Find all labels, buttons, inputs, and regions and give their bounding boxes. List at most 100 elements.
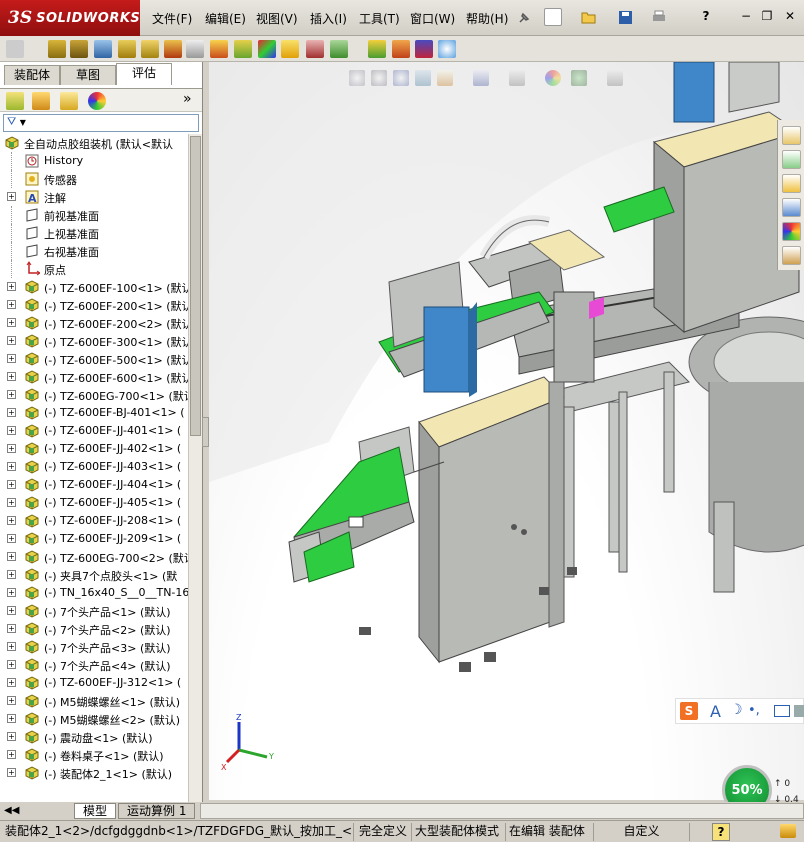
tree-item[interactable]: + (-) TZ-600EF-JJ-405<1> ( (0, 494, 188, 512)
tree-filter[interactable]: ⛛ ▼ (3, 114, 199, 132)
tree-item[interactable]: + (-) TZ-600EF-JJ-208<1> ( (0, 512, 188, 530)
tree-item[interactable]: + (-) TN_16x40_S__0__TN-16 (0, 584, 188, 602)
minimize-button[interactable]: − (737, 7, 755, 25)
expand-toggle-icon[interactable]: + (7, 750, 16, 759)
configuration-manager-icon[interactable] (60, 92, 78, 110)
tree-item[interactable]: + (-) 震动盘<1> (默认) (0, 728, 188, 746)
tree-item[interactable]: + (-) TZ-600EF-300<1> (默认 (0, 332, 188, 350)
menu-help[interactable]: 帮助(H) (466, 10, 508, 27)
expand-toggle-icon[interactable]: + (7, 732, 16, 741)
scrollbar-thumb[interactable] (190, 136, 201, 436)
expand-toggle-icon[interactable]: + (7, 372, 16, 381)
design-library-icon[interactable] (782, 150, 801, 169)
smart-fasteners-icon[interactable] (141, 40, 159, 58)
edit-component-icon[interactable] (48, 40, 66, 58)
feature-manager-icon[interactable] (6, 92, 24, 110)
status-units[interactable]: 自定义 (594, 823, 690, 841)
expand-toggle-icon[interactable]: + (7, 336, 16, 345)
expand-toggle-icon[interactable]: + (7, 660, 16, 669)
mate-icon[interactable] (94, 40, 112, 58)
insert-component-icon[interactable] (70, 40, 88, 58)
expand-toggle-icon[interactable]: + (7, 300, 16, 309)
tree-item[interactable]: + (-) 7个头产品<3> (默认) (0, 638, 188, 656)
tab-sketch[interactable]: 草图 (60, 65, 116, 85)
horizontal-scrollbar[interactable] (200, 803, 804, 819)
expand-panel-icon[interactable]: » (183, 91, 192, 107)
tree-item[interactable]: 传感器 (0, 170, 188, 188)
expand-toggle-icon[interactable]: + (7, 642, 16, 651)
restore-button[interactable]: ❐ (758, 7, 776, 25)
view-palette-icon[interactable] (782, 198, 801, 217)
expand-toggle-icon[interactable]: + (7, 516, 16, 525)
tree-item[interactable]: + (-) TZ-600EF-200<1> (默认 (0, 296, 188, 314)
menu-view[interactable]: 视图(V) (256, 10, 298, 27)
warning-icon[interactable] (281, 40, 299, 58)
expand-toggle-icon[interactable]: + (7, 498, 16, 507)
expand-toggle-icon[interactable]: + (7, 714, 16, 723)
tree-item[interactable]: 上视基准面 (0, 224, 188, 242)
tab-motion-study[interactable]: 运动算例 1 (118, 803, 196, 819)
graphics-area[interactable]: Z Y X (209, 62, 804, 800)
expand-toggle-icon[interactable]: + (7, 588, 16, 597)
menu-file[interactable]: 文件(F) (152, 10, 192, 27)
expand-toggle-icon[interactable]: + (7, 426, 16, 435)
tab-model[interactable]: 模型 (74, 803, 117, 819)
tree-item[interactable]: + A 注解 (0, 188, 188, 206)
save-icon[interactable] (616, 8, 634, 26)
tree-item[interactable]: + (-) TZ-600EG-700<1> (默认 (0, 386, 188, 404)
tree-item[interactable]: 原点 (0, 260, 188, 278)
expand-toggle-icon[interactable]: + (7, 318, 16, 327)
tree-item[interactable]: + (-) TZ-600EF-BJ-401<1> ( (0, 404, 188, 422)
ime-halfwidth-icon[interactable]: ☽ (730, 702, 743, 718)
tree-item[interactable]: + (-) 夹具7个点胶头<1> (默 (0, 566, 188, 584)
expand-toggle-icon[interactable]: + (7, 768, 16, 777)
ime-english-mode[interactable]: A (710, 702, 721, 721)
tree-item[interactable]: + (-) TZ-600EF-JJ-209<1> ( (0, 530, 188, 548)
tree-item[interactable]: + (-) M5蝴蝶螺丝<2> (默认) (0, 710, 188, 728)
ime-more-icon[interactable] (794, 705, 804, 717)
tree-item[interactable]: + (-) TZ-600EF-200<2> (默认 (0, 314, 188, 332)
panel-splitter[interactable] (202, 417, 209, 447)
tree-item[interactable]: + (-) TZ-600EF-100<1> (默认 (0, 278, 188, 296)
tree-item[interactable]: 前视基准面 (0, 206, 188, 224)
filter-dropdown-icon[interactable]: ▼ (20, 118, 26, 127)
menu-window[interactable]: 窗口(W) (410, 10, 455, 27)
rendering-icon[interactable] (438, 40, 456, 58)
snapshot-icon[interactable] (415, 40, 433, 58)
tree-item[interactable]: + (-) TZ-600EF-JJ-312<1> ( (0, 674, 188, 692)
new-document-icon[interactable] (544, 8, 562, 26)
display-manager-icon[interactable] (88, 92, 106, 110)
machine-model[interactable] (209, 62, 804, 800)
print-icon[interactable] (650, 8, 668, 26)
file-explorer-icon[interactable] (782, 174, 801, 193)
appearance-icon[interactable] (258, 40, 276, 58)
tree-item[interactable]: + (-) 卷料桌子<1> (默认) (0, 746, 188, 764)
tree-item[interactable]: + (-) 装配体2_1<1> (默认) (0, 764, 188, 782)
expand-toggle-icon[interactable]: + (7, 390, 16, 399)
tab-assembly[interactable]: 装配体 (4, 65, 60, 85)
expand-toggle-icon[interactable]: + (7, 354, 16, 363)
expand-toggle-icon[interactable]: + (7, 282, 16, 291)
tree-root[interactable]: 全自动点胶组装机 (默认<默认 (0, 134, 188, 152)
appearances-scenes-icon[interactable] (782, 222, 801, 241)
tree-item[interactable]: + (-) TZ-600EF-JJ-404<1> ( (0, 476, 188, 494)
home-icon[interactable] (782, 126, 801, 145)
pin-icon[interactable] (515, 9, 533, 27)
instant3d-icon[interactable] (368, 40, 386, 58)
move-component-icon[interactable] (164, 40, 182, 58)
assembly-features-icon[interactable] (210, 40, 228, 58)
expand-toggle-icon[interactable]: + (7, 480, 16, 489)
tree-item[interactable]: + (-) 7个头产品<4> (默认) (0, 656, 188, 674)
expand-toggle-icon[interactable]: + (7, 678, 16, 687)
menu-insert[interactable]: 插入(I) (310, 10, 347, 27)
tree-item[interactable]: + (-) TZ-600EF-600<1> (默认 (0, 368, 188, 386)
tree-item[interactable]: + (-) TZ-600EF-JJ-401<1> ( (0, 422, 188, 440)
expand-toggle-icon[interactable]: + (7, 552, 16, 561)
large-assembly-icon[interactable] (392, 40, 410, 58)
tree-item[interactable]: + (-) TZ-600EG-700<2> (默认 (0, 548, 188, 566)
help-icon[interactable]: ? (697, 7, 715, 25)
exploded-view-icon[interactable] (306, 40, 324, 58)
options-icon[interactable] (6, 40, 24, 58)
solidworks-logo[interactable]: 3S SOLIDWORKS (0, 0, 140, 36)
expand-toggle-icon[interactable]: + (7, 624, 16, 633)
